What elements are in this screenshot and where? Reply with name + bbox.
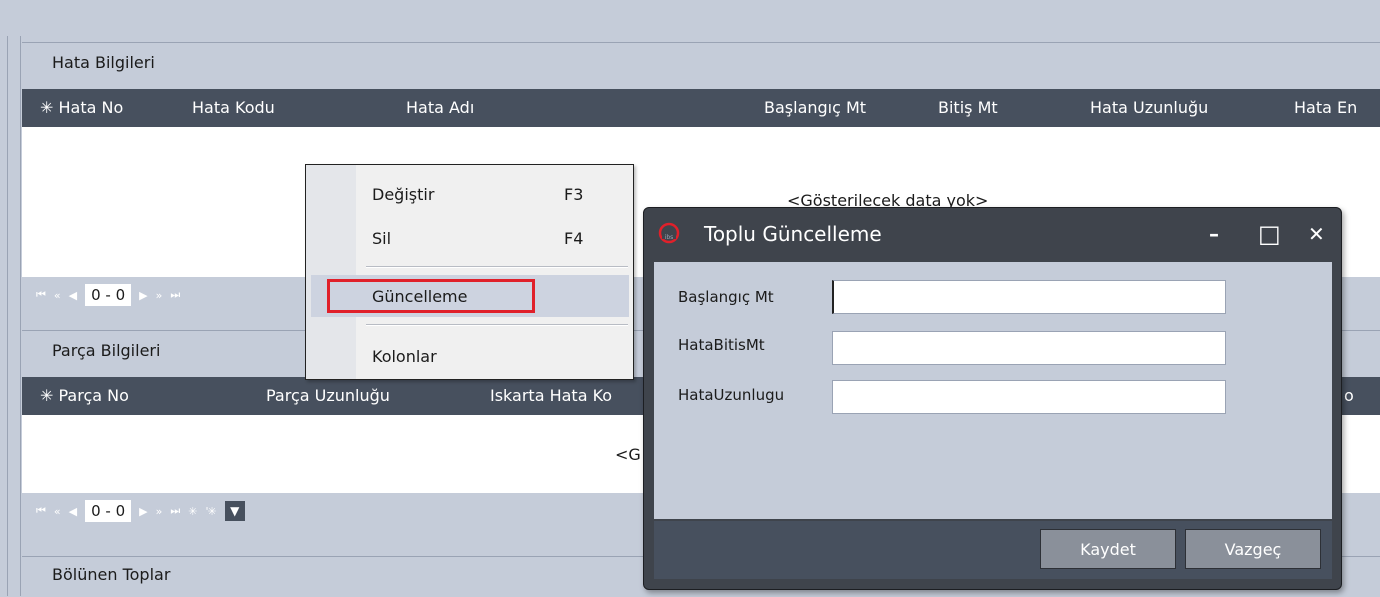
next-page-icon[interactable]: » [156, 505, 163, 518]
minimize-icon[interactable]: – [1209, 222, 1219, 246]
prev-icon[interactable]: ◀ [69, 289, 78, 302]
dialog-title: Toplu Güncelleme [704, 222, 882, 246]
column-hata-no[interactable]: ✳ Hata No [40, 98, 123, 117]
hata-bitis-mt-input[interactable] [832, 331, 1226, 365]
cancel-button[interactable]: Vazgeç [1185, 529, 1321, 569]
baslangic-mt-input[interactable] [832, 280, 1226, 314]
column-parca-no[interactable]: ✳ Parça No [40, 386, 129, 405]
hata-bitis-mt-label: HataBitisMt [678, 336, 765, 354]
last-icon[interactable]: ⏭ [170, 504, 180, 518]
column-partial[interactable]: o [1344, 386, 1354, 405]
next-icon[interactable]: ▶ [139, 289, 148, 302]
menu-separator [366, 324, 628, 326]
maximize-icon[interactable]: □ [1258, 220, 1281, 248]
last-icon[interactable]: ⏭ [170, 288, 180, 302]
menu-item-shortcut: F3 [564, 185, 584, 204]
menu-separator [366, 266, 628, 268]
close-icon[interactable]: ✕ [1308, 222, 1325, 246]
panel-title: Bölünen Toplar [52, 565, 171, 584]
column-parca-uzunlugu[interactable]: Parça Uzunluğu [266, 386, 390, 405]
next-page-icon[interactable]: » [156, 289, 163, 302]
empty-message: <G [615, 445, 641, 464]
toplu-guncelleme-dialog: ibs Toplu Güncelleme – □ ✕ Başlangıç Mt … [643, 207, 1342, 590]
left-splitter[interactable] [0, 36, 21, 596]
dialog-footer: Kaydet Vazgeç [654, 521, 1332, 579]
context-menu: Değiştir F3 Sil F4 Güncelleme Kolonlar [305, 164, 634, 380]
add-all-icon[interactable]: '✳ [205, 505, 216, 518]
top-toolbar-area [0, 0, 1380, 36]
dialog-body: Başlangıç Mt HataBitisMt HataUzunlugu [654, 262, 1332, 519]
highlight-annotation-box [327, 279, 535, 313]
column-hata-uzunlugu[interactable]: Hata Uzunluğu [1090, 98, 1208, 117]
dialog-titlebar[interactable]: ibs Toplu Güncelleme – □ ✕ [644, 208, 1341, 262]
menu-item-label: Değiştir [372, 185, 435, 204]
panel-title: Hata Bilgileri [52, 53, 155, 72]
prev-page-icon[interactable]: « [54, 505, 61, 518]
column-hata-en[interactable]: Hata En [1294, 98, 1357, 117]
menu-item-degistir[interactable]: Değiştir F3 [306, 177, 633, 211]
column-bitis-mt[interactable]: Bitiş Mt [938, 98, 998, 117]
app-logo-icon: ibs [658, 222, 680, 244]
menu-item-kolonlar[interactable]: Kolonlar [306, 339, 633, 373]
hata-uzunlugu-label: HataUzunlugu [678, 386, 785, 404]
hata-uzunlugu-input[interactable] [832, 380, 1226, 414]
svg-text:ibs: ibs [665, 234, 674, 241]
column-iskarta-hata-kodu[interactable]: Iskarta Hata Ko [490, 386, 612, 405]
baslangic-mt-label: Başlangıç Mt [678, 288, 774, 306]
record-counter: 0 - 0 [85, 284, 132, 306]
menu-item-label: Sil [372, 229, 392, 248]
menu-item-shortcut: F4 [564, 229, 584, 248]
save-button[interactable]: Kaydet [1040, 529, 1176, 569]
first-icon[interactable]: ⏮ [36, 288, 46, 302]
column-baslangic-mt[interactable]: Başlangıç Mt [764, 98, 866, 117]
grid-header: ✳ Hata No Hata Kodu Hata Adı Başlangıç M… [22, 89, 1380, 127]
record-counter: 0 - 0 [85, 500, 132, 522]
column-hata-kodu[interactable]: Hata Kodu [192, 98, 275, 117]
menu-item-label: Kolonlar [372, 347, 437, 366]
prev-page-icon[interactable]: « [54, 289, 61, 302]
prev-icon[interactable]: ◀ [69, 505, 78, 518]
menu-item-sil[interactable]: Sil F4 [306, 221, 633, 255]
filter-icon[interactable]: ▼ [224, 501, 245, 521]
next-icon[interactable]: ▶ [139, 505, 148, 518]
column-hata-adi[interactable]: Hata Adı [406, 98, 474, 117]
first-icon[interactable]: ⏮ [36, 504, 46, 518]
panel-title: Parça Bilgileri [52, 341, 161, 360]
add-icon[interactable]: ✳ [188, 505, 197, 518]
